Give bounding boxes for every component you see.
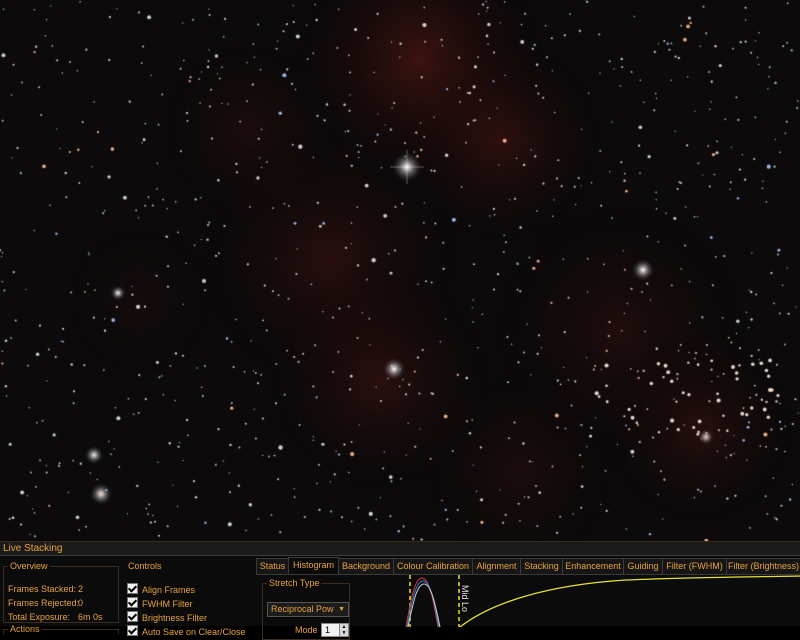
stretch-type-legend: Stretch Type (269, 578, 320, 588)
frames-rejected-row: Frames Rejected: 0 (8, 598, 83, 608)
actions-group: Actions (3, 624, 119, 634)
histogram-blue-channel (406, 580, 440, 627)
stretch-type-group: Stretch Type Reciprocal Pow ▼ Mode 1 ▲ ▼ (262, 578, 350, 640)
panel-titlebar: Live Stacking (0, 542, 800, 556)
align-frames-label: Align Frames (142, 585, 196, 595)
tab-strip: Status Histogram Background Colour Calib… (256, 557, 800, 575)
total-exposure-label: Total Exposure: (8, 612, 71, 622)
stretch-curve (459, 575, 800, 627)
histogram-luminance-channel (407, 583, 441, 627)
tab-colour-calibration[interactable]: Colour Calibration (393, 558, 473, 574)
stacked-image-canvas[interactable] (0, 0, 800, 541)
mode-value: 1 (325, 625, 331, 635)
tab-status[interactable]: Status (256, 558, 289, 574)
checkbox-checked-icon (127, 625, 138, 636)
actions-legend: Actions (10, 624, 40, 634)
live-stacking-panel: Live Stacking Overview Frames Stacked: 2… (0, 541, 800, 640)
panel-title: Live Stacking (3, 543, 63, 554)
histogram-plot[interactable]: Mid Lo (396, 575, 800, 627)
controls-group: Controls Align Frames FWHM Filter Bright… (122, 561, 254, 637)
histogram-red-channel (405, 577, 439, 627)
checkbox-checked-icon (127, 597, 138, 608)
frames-stacked-value: 2 (78, 584, 84, 594)
mid-marker-label: Mid Lo (460, 585, 470, 612)
overview-legend: Overview (10, 561, 48, 571)
brightness-filter-checkbox[interactable]: Brightness Filter (127, 611, 207, 623)
mode-stepper[interactable]: 1 ▲ ▼ (321, 623, 349, 637)
stretch-type-value: Reciprocal Pow (271, 604, 334, 614)
brightness-filter-label: Brightness Filter (142, 613, 208, 623)
tab-alignment[interactable]: Alignment (472, 558, 521, 574)
stretch-type-select[interactable]: Reciprocal Pow ▼ (267, 602, 349, 617)
frames-rejected-value: 0 (78, 598, 84, 608)
mode-label: Mode (295, 625, 318, 635)
histogram-tab-content: Stretch Type Reciprocal Pow ▼ Mode 1 ▲ ▼ … (256, 574, 800, 640)
frames-rejected-label: Frames Rejected: (8, 598, 80, 608)
fwhm-filter-checkbox[interactable]: FWHM Filter (127, 597, 193, 609)
total-exposure-value: 6m 0s (78, 612, 103, 622)
chevron-down-icon: ▼ (338, 606, 345, 613)
tab-enhancement[interactable]: Enhancement (562, 558, 624, 574)
tab-filter-brightness[interactable]: Filter (Brightness) (726, 558, 800, 574)
tab-stacking[interactable]: Stacking (520, 558, 563, 574)
tab-filter-fwhm[interactable]: Filter (FWHM) (662, 558, 727, 574)
total-exposure-row: Total Exposure: 6m 0s (8, 612, 103, 622)
controls-legend: Controls (128, 561, 162, 571)
align-frames-checkbox[interactable]: Align Frames (127, 583, 195, 595)
overview-group: Overview Frames Stacked: 2 Frames Reject… (3, 561, 119, 623)
fwhm-filter-label: FWHM Filter (142, 599, 193, 609)
tab-histogram[interactable]: Histogram (288, 557, 339, 575)
auto-save-label: Auto Save on Clear/Close (142, 627, 246, 637)
frames-stacked-row: Frames Stacked: 2 (8, 584, 83, 594)
frames-stacked-label: Frames Stacked: (8, 584, 77, 594)
tab-guiding[interactable]: Guiding (623, 558, 663, 574)
auto-save-checkbox[interactable]: Auto Save on Clear/Close (127, 625, 246, 637)
checkbox-checked-icon (127, 583, 138, 594)
stepper-arrows-icon[interactable]: ▲ ▼ (339, 624, 348, 636)
tab-background[interactable]: Background (338, 558, 394, 574)
checkbox-checked-icon (127, 611, 138, 622)
